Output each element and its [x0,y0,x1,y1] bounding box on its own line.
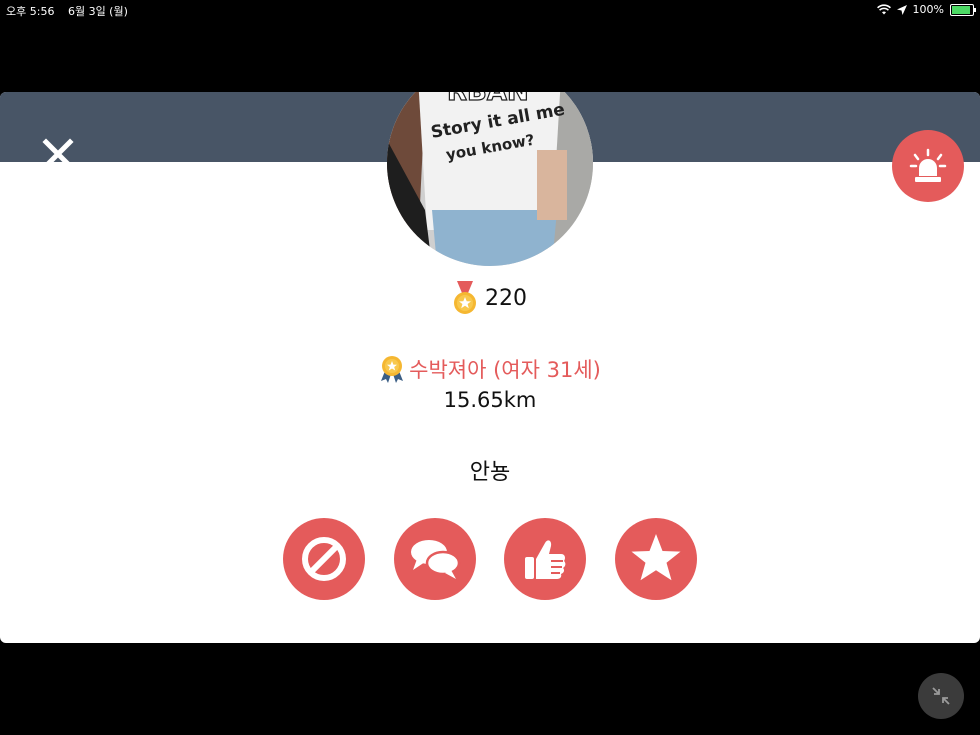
minimize-icon [932,687,950,705]
close-button[interactable] [40,136,76,172]
status-left: 오후 5:56 6월 3일 (월) [6,3,138,19]
location-arrow-icon [896,4,907,15]
report-button[interactable] [892,130,964,202]
thumbs-up-icon [525,540,566,579]
battery-fill [952,5,970,14]
chat-button[interactable] [393,518,476,600]
medal-icon [454,281,476,314]
status-time: 오후 5:56 [6,5,55,18]
score-value: 220 [485,285,527,311]
like-button[interactable] [504,518,587,600]
favorite-button[interactable] [614,518,697,600]
action-buttons [283,518,697,600]
profile-card: RBAN Story it all me you know? 220 수박져아 … [0,92,980,643]
photo-shirt-text-1: RBAN [447,92,529,107]
block-icon [302,537,346,581]
score-row: 220 [0,281,980,315]
minimize-button[interactable] [918,673,964,719]
chat-bubbles-icon [410,540,460,579]
siren-icon [909,148,947,182]
wifi-icon [876,4,891,15]
profile-bio: 안뇽 [469,460,511,485]
star-icon [631,534,681,581]
profile-name: 수박져아 (여자 31세) [409,358,601,382]
status-right: 100% [876,3,976,16]
profile-photo-image: RBAN Story it all me you know? [387,92,593,266]
profile-photo[interactable]: RBAN Story it all me you know? [387,92,593,266]
block-button[interactable] [283,518,365,600]
close-icon [42,138,74,170]
status-bar: 오후 5:56 6월 3일 (월) 100% [0,0,980,20]
battery-percent: 100% [912,3,944,16]
status-date: 6월 3일 (월) [67,5,128,18]
award-badge-icon [381,356,404,383]
battery-icon [950,3,976,16]
name-row: 수박져아 (여자 31세) [0,354,980,384]
profile-distance: 15.65km [443,388,537,412]
